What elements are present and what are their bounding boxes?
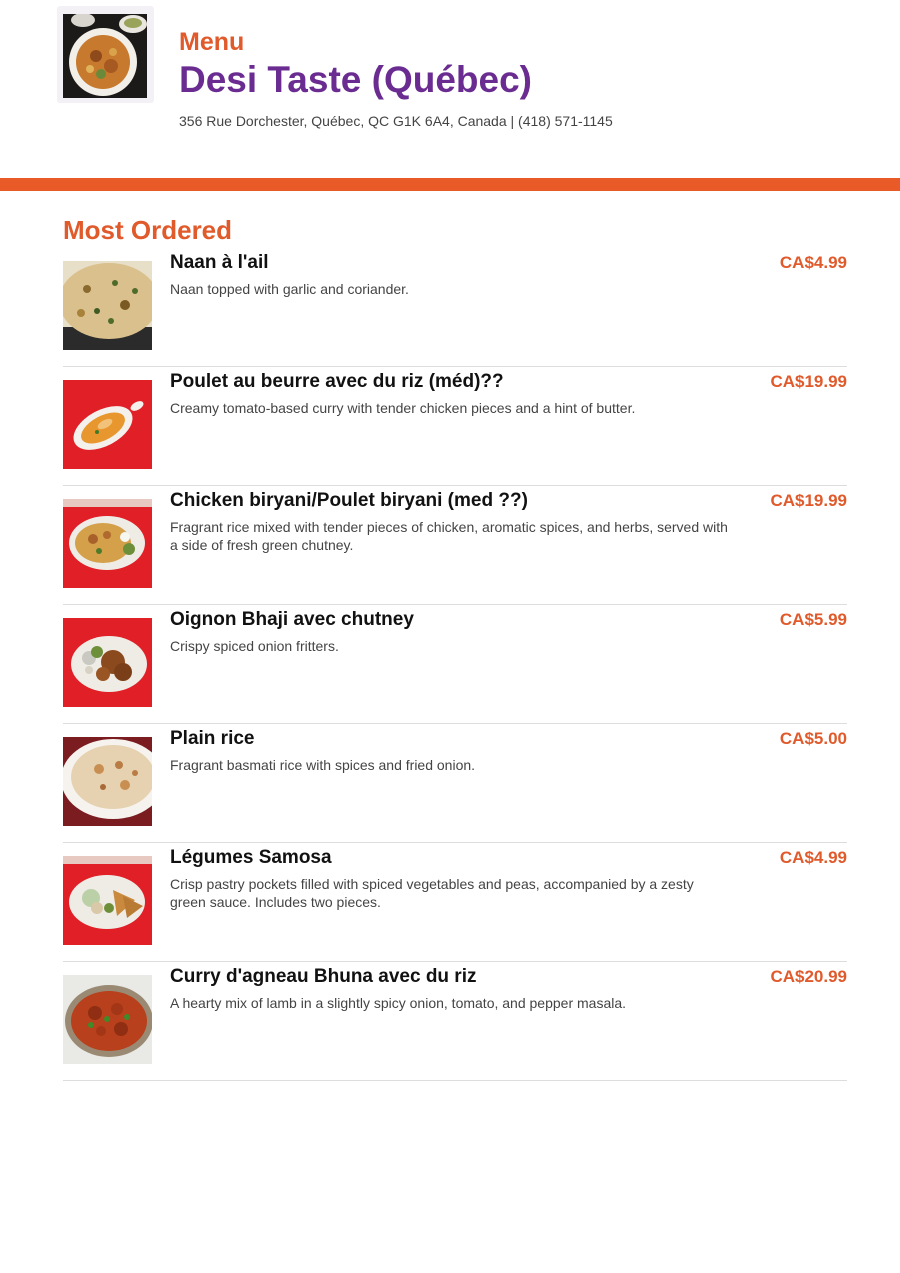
menu-item-plain-rice[interactable]: Plain rice Fragrant basmati rice with sp… [63,724,847,843]
plain-rice-photo-icon [63,737,152,826]
item-description: Fragrant basmati rice with spices and fr… [170,757,476,773]
item-description: Crispy spiced onion fritters. [170,638,339,654]
item-name: Légumes Samosa [170,847,332,868]
item-description: Crisp pastry pockets filled with spiced … [170,876,694,910]
item-description: A hearty mix of lamb in a slightly spicy… [170,995,627,1011]
menu-item-garlic-naan[interactable]: Naan à l'ail Naan topped with garlic and… [63,248,847,367]
restaurant-address: 356 Rue Dorchester, Québec, QC G1K 6A4, … [179,113,613,129]
garlic-naan-photo-icon [63,261,152,350]
item-name: Chicken biryani/Poulet biryani (med ??) [170,490,528,511]
item-description: Creamy tomato-based curry with tender ch… [170,400,636,416]
menu-label: Menu [179,28,245,56]
vegetable-samosa-photo-icon [63,856,152,945]
item-price: CA$5.00 [779,729,847,748]
item-price: CA$4.99 [779,848,847,867]
item-name: Naan à l'ail [170,252,269,273]
butter-chicken-photo-icon [63,380,152,469]
item-name: Plain rice [170,728,255,749]
menu-item-onion-bhaji[interactable]: Oignon Bhaji avec chutney Crispy spiced … [63,605,847,724]
accent-divider-bar [0,178,900,191]
food-plate-photo-icon [63,14,147,98]
menu-item-butter-chicken[interactable]: Poulet au beurre avec du riz (méd)?? Cre… [63,367,847,486]
menu-item-lamb-bhuna[interactable]: Curry d'agneau Bhuna avec du riz A heart… [63,962,847,1081]
menu-header: Menu Desi Taste (Québec) 356 Rue Dorches… [0,0,900,178]
item-name: Oignon Bhaji avec chutney [170,609,414,630]
chicken-biryani-photo-icon [63,499,152,588]
item-name: Curry d'agneau Bhuna avec du riz [170,966,477,987]
lamb-bhuna-photo-icon [63,975,152,1064]
restaurant-name: Desi Taste (Québec) [179,59,532,100]
item-price: CA$20.99 [770,967,847,986]
menu-item-vegetable-samosa[interactable]: Légumes Samosa Crisp pastry pockets fill… [63,843,847,962]
item-price: CA$19.99 [770,491,847,510]
menu-item-chicken-biryani[interactable]: Chicken biryani/Poulet biryani (med ??) … [63,486,847,605]
restaurant-logo [57,6,154,103]
section-title: Most Ordered [63,215,233,245]
item-description: Fragrant rice mixed with tender pieces o… [170,519,728,553]
menu-item-list: Naan à l'ail Naan topped with garlic and… [63,248,847,1081]
onion-bhaji-photo-icon [63,618,152,707]
item-price: CA$19.99 [770,372,847,391]
item-price: CA$5.99 [779,610,847,629]
item-description: Naan topped with garlic and coriander. [170,281,409,297]
item-name: Poulet au beurre avec du riz (méd)?? [170,371,504,392]
item-price: CA$4.99 [779,253,847,272]
